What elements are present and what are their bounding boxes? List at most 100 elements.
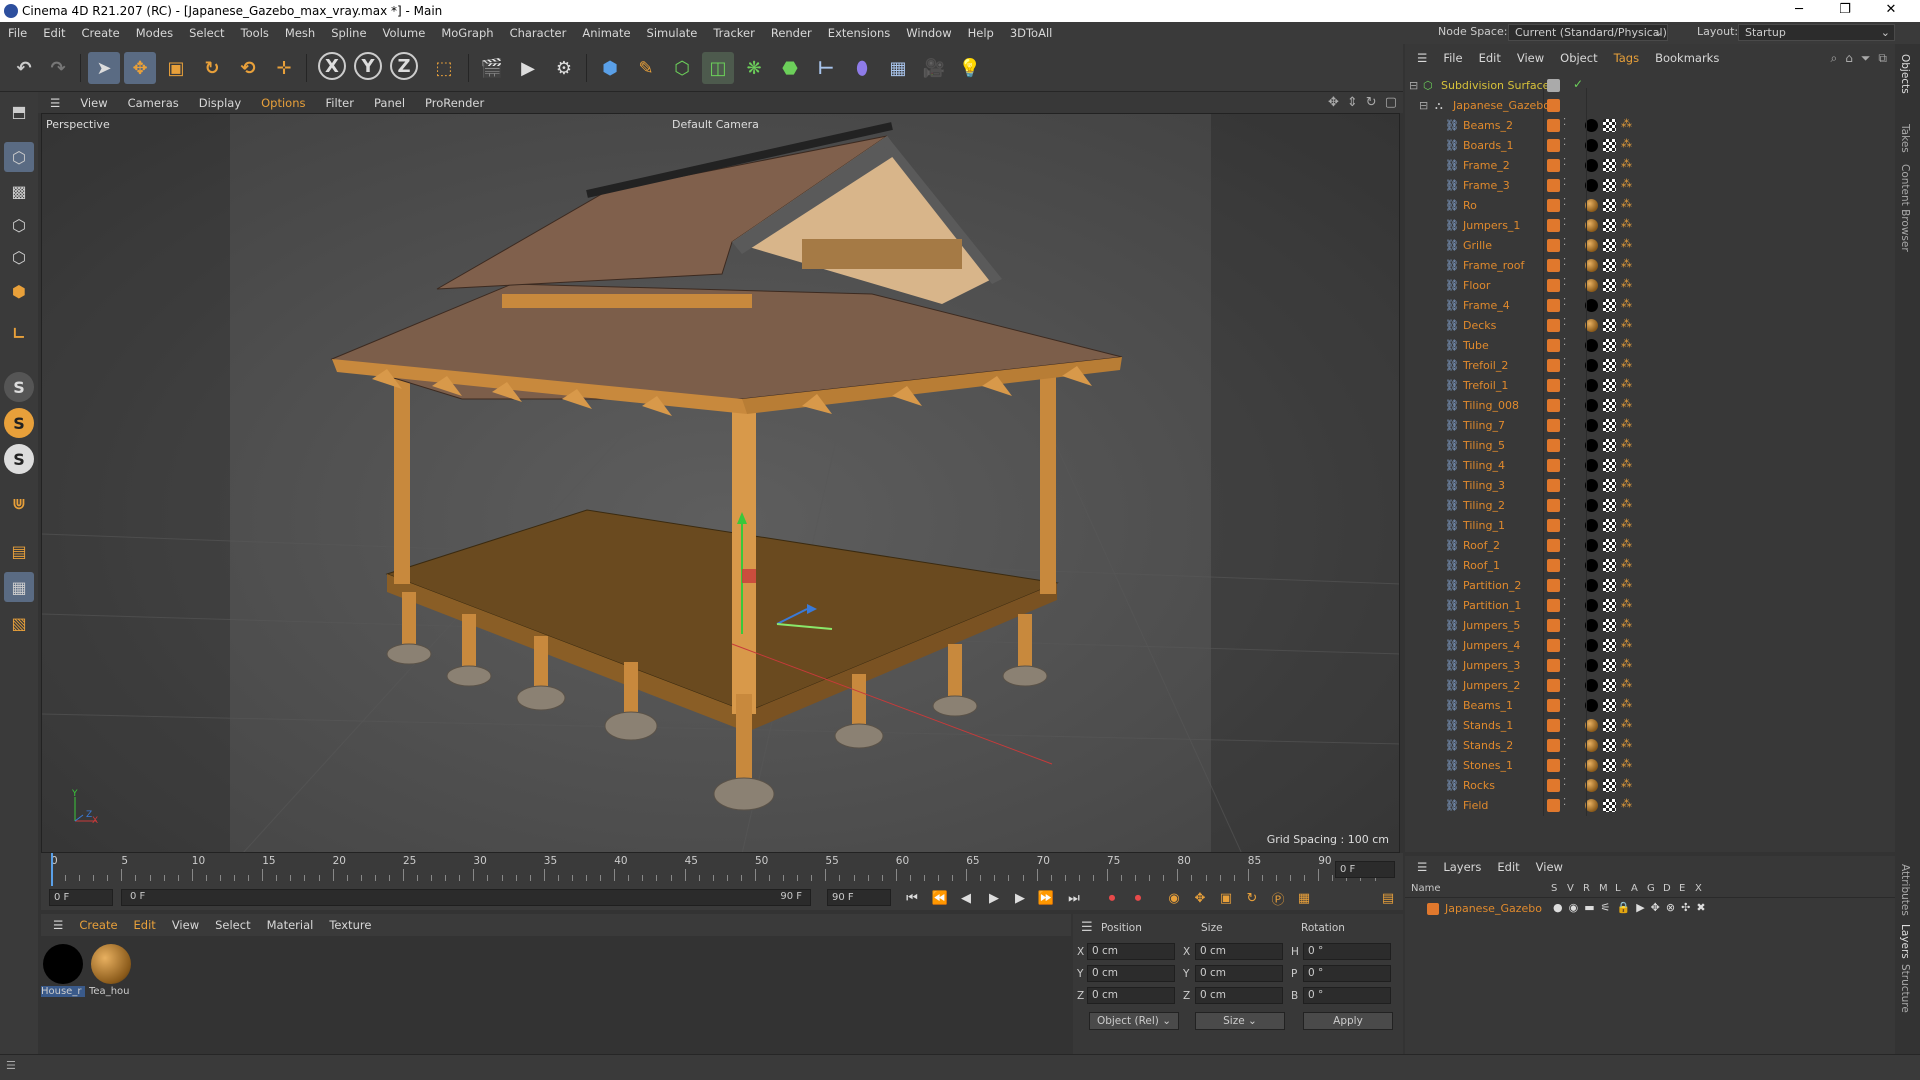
playhead[interactable] <box>51 853 53 886</box>
uvw-tag-icon[interactable] <box>1603 119 1616 132</box>
rotate-tool-icon[interactable]: ↻ <box>196 52 228 84</box>
selection-tag-icon[interactable]: ⁂ <box>1621 157 1632 170</box>
uvw-tag-icon[interactable] <box>1603 599 1616 612</box>
new-window-icon[interactable]: ⧉ <box>1878 51 1887 66</box>
visibility-dots-icon[interactable]: ⁚ <box>1563 397 1566 408</box>
layers-col-g[interactable]: G <box>1647 883 1655 894</box>
layers-col-m[interactable]: M <box>1599 883 1608 894</box>
layers-hamburger-icon[interactable]: ☰ <box>1417 860 1427 874</box>
menu-window[interactable]: Window <box>906 26 951 40</box>
layers-menu-view[interactable]: View <box>1536 860 1563 874</box>
selection-tag-icon[interactable]: ⁂ <box>1621 237 1632 250</box>
object-row[interactable]: ⛓ Tiling_1 ⁚ ⁂ <box>1405 516 1895 536</box>
render-settings-icon[interactable]: ⚙ <box>548 52 580 84</box>
uvw-tag-icon[interactable] <box>1603 719 1616 732</box>
object-row[interactable]: ⛓ Grille ⁚ ⁂ <box>1405 236 1895 256</box>
uvw-tag-icon[interactable] <box>1603 799 1616 812</box>
menu-mograph[interactable]: MoGraph <box>441 26 493 40</box>
selection-tag-icon[interactable]: ⁂ <box>1621 437 1632 450</box>
object-row[interactable]: ⛓ Ro ⁚ ⁂ <box>1405 196 1895 216</box>
uvw-tag-icon[interactable] <box>1603 639 1616 652</box>
visibility-dots-icon[interactable]: ⁚ <box>1563 197 1566 208</box>
menu-modes[interactable]: Modes <box>136 26 173 40</box>
uvw-tag-icon[interactable] <box>1603 619 1616 632</box>
object-row[interactable]: ⛓ Floor ⁚ ⁂ <box>1405 276 1895 296</box>
menu-extensions[interactable]: Extensions <box>828 26 890 40</box>
close-button[interactable]: ✕ <box>1868 0 1914 22</box>
object-row[interactable]: ⛓ Jumpers_3 ⁚ ⁂ <box>1405 656 1895 676</box>
workplane-snap-icon[interactable]: S <box>4 444 34 474</box>
visibility-dots-icon[interactable]: ⁚ <box>1563 137 1566 148</box>
edges-mode-icon[interactable]: ⬡ <box>4 242 34 272</box>
layers-menu-layers[interactable]: Layers <box>1443 860 1481 874</box>
selection-tag-icon[interactable]: ⁂ <box>1621 197 1632 210</box>
uvw-tag-icon[interactable] <box>1603 539 1616 552</box>
object-row[interactable]: ⛓ Jumpers_5 ⁚ ⁂ <box>1405 616 1895 636</box>
x-axis-lock-icon[interactable]: X <box>318 52 346 80</box>
tab-attributes[interactable]: Attributes <box>1899 864 1911 916</box>
render-picture-viewer-icon[interactable]: ▶ <box>512 52 544 84</box>
frame-range-slider[interactable]: 0 F 90 F <box>121 889 811 906</box>
visibility-dots-icon[interactable]: ⁚ <box>1563 537 1566 548</box>
visibility-dots-icon[interactable]: ⁚ <box>1563 277 1566 288</box>
uvw-tag-icon[interactable] <box>1603 579 1616 592</box>
recent-tools-icon[interactable]: ⟲ <box>232 52 264 84</box>
viewport-menu-prorender[interactable]: ProRender <box>425 96 484 110</box>
object-row[interactable]: ⛓ Stands_1 ⁚ ⁂ <box>1405 716 1895 736</box>
uvw-tag-icon[interactable] <box>1603 339 1616 352</box>
pos-x-field[interactable]: 0 cm <box>1087 943 1175 960</box>
uvw-tag-icon[interactable] <box>1603 199 1616 212</box>
uvw-tag-icon[interactable] <box>1603 759 1616 772</box>
uvw-tag-icon[interactable] <box>1603 779 1616 792</box>
layer-row[interactable]: Japanese_Gazebo ● ◉ ▬ ⚟ 🔒 ▶ ✥ ⊗ ✣ ✖ <box>1405 900 1895 918</box>
next-frame-icon[interactable]: ▶ <box>1009 887 1031 909</box>
key-scale-icon[interactable]: ▣ <box>1215 887 1237 909</box>
next-key-icon[interactable]: ⏩ <box>1035 887 1057 909</box>
pos-y-field[interactable]: 0 cm <box>1087 965 1175 982</box>
selection-tag-icon[interactable]: ⁂ <box>1621 797 1632 810</box>
visibility-dots-icon[interactable]: ⁚ <box>1563 497 1566 508</box>
locked-workplane-icon[interactable]: ▦ <box>4 572 34 602</box>
selection-tag-icon[interactable]: ⁂ <box>1621 397 1632 410</box>
size-x-field[interactable]: 0 cm <box>1195 943 1283 960</box>
play-icon[interactable]: ▶ <box>983 887 1005 909</box>
model-mode-icon[interactable]: ⬡ <box>4 142 34 172</box>
selection-tag-icon[interactable]: ⁂ <box>1621 757 1632 770</box>
object-row[interactable]: ⛓ Frame_roof ⁚ ⁂ <box>1405 256 1895 276</box>
visibility-dots-icon[interactable]: ⁚ <box>1563 717 1566 728</box>
visibility-dots-icon[interactable]: ⁚ <box>1563 437 1566 448</box>
layer-manager-icon[interactable]: ⚟ <box>1601 901 1611 914</box>
subdivision-surface-icon[interactable]: ⬡ <box>666 52 698 84</box>
visibility-dots-icon[interactable]: ⁚ <box>1563 557 1566 568</box>
collapse-icon[interactable]: ⊟ <box>1419 99 1432 112</box>
tab-structure[interactable]: Structure <box>1899 964 1911 1013</box>
selection-tag-icon[interactable]: ⁂ <box>1621 557 1632 570</box>
tab-content-browser[interactable]: Content Browser <box>1899 164 1911 252</box>
enabled-check-icon[interactable]: ✓ <box>1573 77 1583 91</box>
layer-animation-icon[interactable]: ▶ <box>1636 901 1644 914</box>
menu-simulate[interactable]: Simulate <box>647 26 698 40</box>
search-icon[interactable]: ⌕ <box>1830 51 1837 66</box>
coordinate-system-icon[interactable]: ⬚ <box>428 52 460 84</box>
uvw-tag-icon[interactable] <box>1603 259 1616 272</box>
visibility-dots-icon[interactable]: ⁚ <box>1563 777 1566 788</box>
object-row[interactable]: ⛓ Tiling_2 ⁚ ⁂ <box>1405 496 1895 516</box>
object-row[interactable]: ⛓ Jumpers_4 ⁚ ⁂ <box>1405 636 1895 656</box>
menu-edit[interactable]: Edit <box>43 26 65 40</box>
key-rotation-icon[interactable]: ↻ <box>1241 887 1263 909</box>
selection-tag-icon[interactable]: ⁂ <box>1621 537 1632 550</box>
selection-tag-icon[interactable]: ⁂ <box>1621 517 1632 530</box>
object-menu-bookmarks[interactable]: Bookmarks <box>1655 51 1719 65</box>
uvw-tag-icon[interactable] <box>1603 559 1616 572</box>
collapse-icon[interactable]: ⊟ <box>1409 79 1422 92</box>
selection-tag-icon[interactable]: ⁂ <box>1621 737 1632 750</box>
material-menu-edit[interactable]: Edit <box>134 918 156 932</box>
visibility-dots-icon[interactable]: ⁚ <box>1563 677 1566 688</box>
object-row[interactable]: ⛓ Field ⁚ ⁂ <box>1405 796 1895 816</box>
magnet-icon[interactable]: ⋓ <box>4 488 34 518</box>
key-pla-icon[interactable]: ▦ <box>1293 887 1315 909</box>
home-icon[interactable]: ⌂ <box>1845 51 1853 66</box>
object-row[interactable]: ⛓ Partition_1 ⁚ ⁂ <box>1405 596 1895 616</box>
uvw-tag-icon[interactable] <box>1603 459 1616 472</box>
object-row[interactable]: ⛓ Tiling_7 ⁚ ⁂ <box>1405 416 1895 436</box>
